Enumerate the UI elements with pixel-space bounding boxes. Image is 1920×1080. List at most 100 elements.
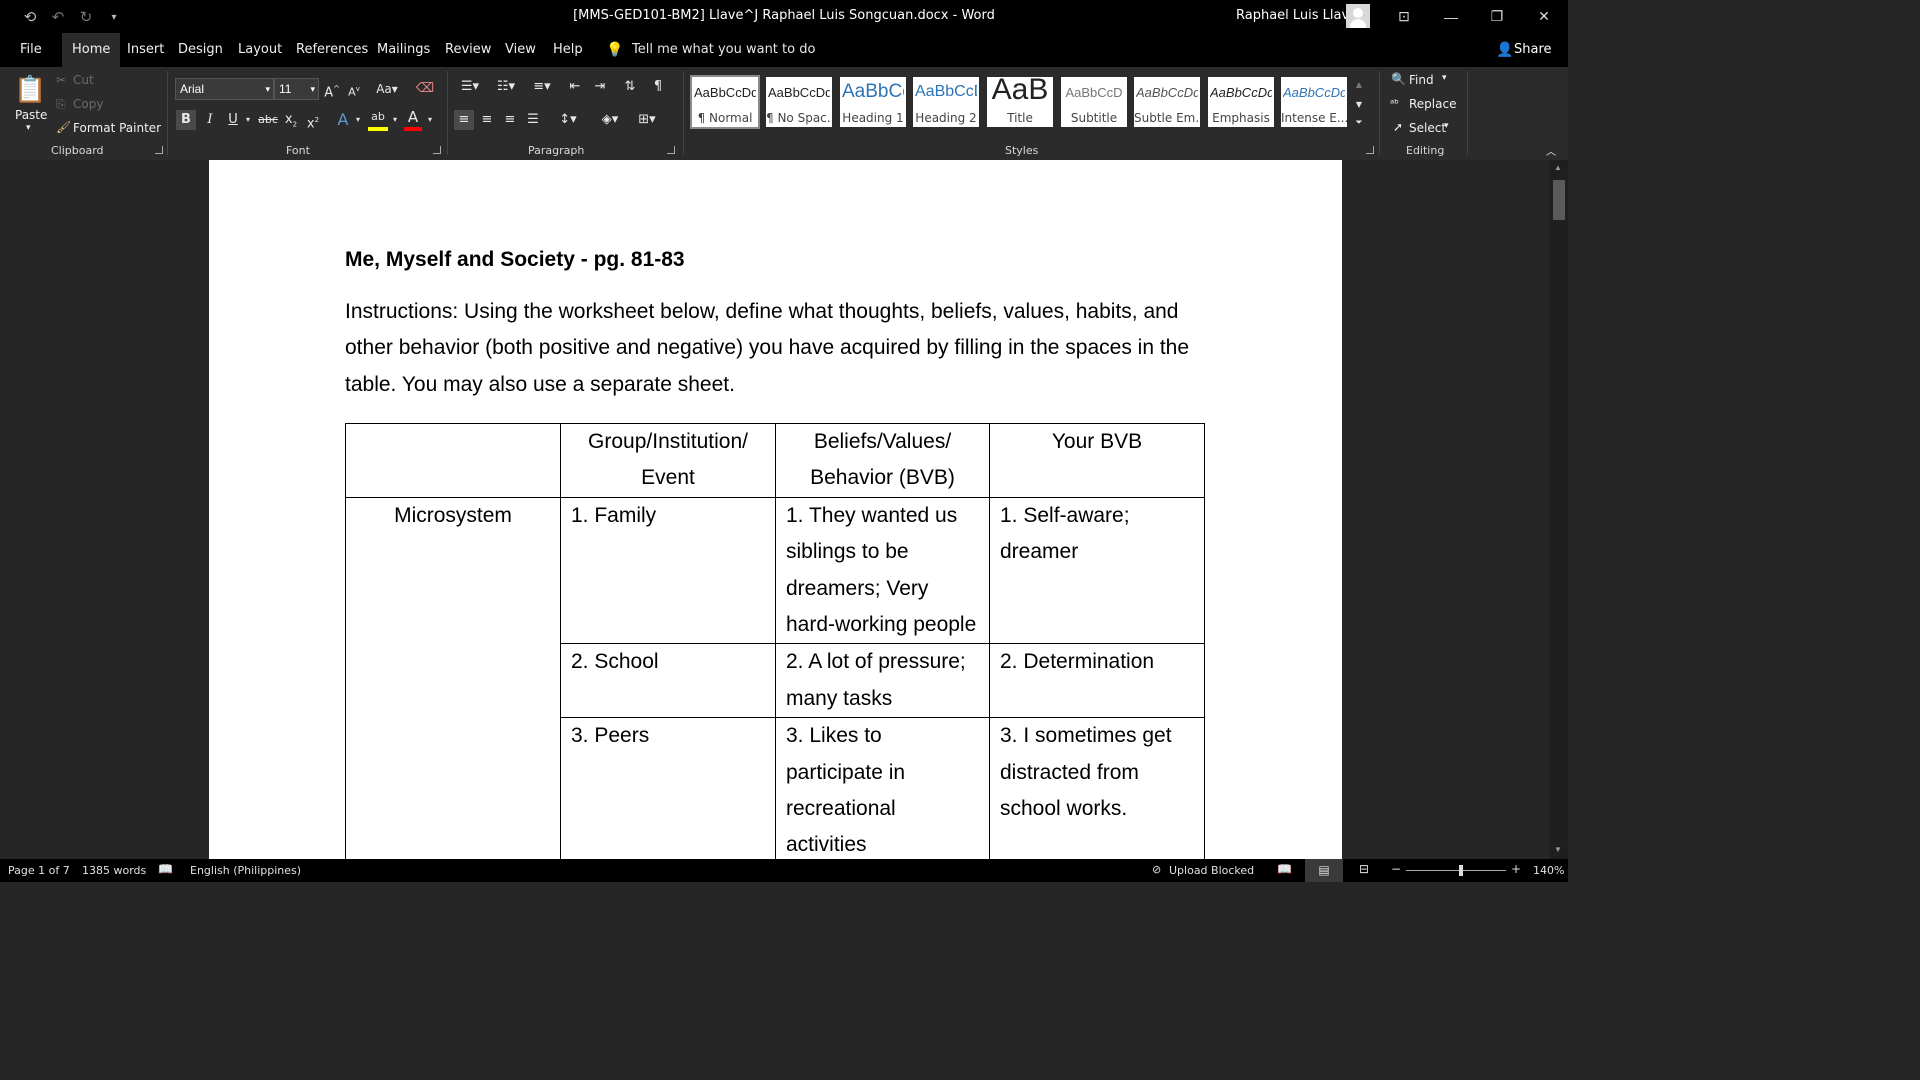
format-painter-button[interactable]: Format Painter	[73, 121, 161, 135]
style-heading-1[interactable]: AaBbCc Heading 1	[840, 77, 906, 127]
replace-button[interactable]: Replace	[1409, 97, 1456, 111]
borders-icon[interactable]: ⊞▾	[631, 110, 663, 130]
zoom-slider-handle[interactable]	[1459, 865, 1463, 876]
styles-scroll-up-icon[interactable]: ▲	[1352, 75, 1366, 95]
user-name[interactable]: Raphael Luis Llave	[1236, 8, 1357, 23]
font-launcher-icon[interactable]	[433, 146, 441, 154]
justify-icon[interactable]: ☰	[523, 110, 543, 130]
minimize-icon[interactable]: —	[1428, 0, 1474, 33]
style-normal[interactable]: AaBbCcDd ¶ Normal	[690, 75, 760, 129]
worksheet-table[interactable]: Group/Institution/ Event Beliefs/Values/…	[345, 423, 1205, 859]
align-center-icon[interactable]: ≡	[477, 110, 497, 130]
paste-button[interactable]: Paste	[15, 108, 47, 122]
table-header-cell[interactable]	[345, 423, 561, 498]
italic-icon[interactable]: I	[200, 110, 220, 130]
paragraph-launcher-icon[interactable]	[667, 146, 675, 154]
ribbon-display-options-icon[interactable]: ⊡	[1381, 0, 1427, 33]
styles-more-icon[interactable]: ⏷	[1352, 113, 1366, 133]
page-count[interactable]: Page 1 of 7	[8, 864, 70, 877]
decrease-indent-icon[interactable]: ⇤	[565, 77, 585, 97]
word-count[interactable]: 1385 words	[82, 864, 146, 877]
underline-dropdown-icon[interactable]: ▾	[243, 110, 253, 130]
align-right-icon[interactable]: ≡	[500, 110, 520, 130]
styles-launcher-icon[interactable]	[1366, 146, 1374, 154]
grow-font-icon[interactable]: A^	[323, 79, 341, 103]
tab-help[interactable]: Help	[543, 33, 593, 67]
style-heading-2[interactable]: AaBbCcD Heading 2	[913, 77, 979, 127]
zoom-in-icon[interactable]: +	[1511, 862, 1521, 876]
table-cell[interactable]: 3. Peers	[560, 717, 776, 859]
multilevel-list-icon[interactable]: ≡▾	[526, 77, 558, 97]
cut-button[interactable]: Cut	[73, 73, 94, 87]
change-case-icon[interactable]: Aa▾	[372, 79, 402, 99]
tab-mailings[interactable]: Mailings	[367, 33, 440, 67]
select-button[interactable]: Select	[1409, 121, 1446, 135]
table-cell[interactable]: 1. Self-aware; dreamer	[989, 496, 1205, 645]
table-cell[interactable]: 1. Family	[560, 496, 776, 645]
table-cell[interactable]: 2. School	[560, 643, 776, 719]
font-size-select[interactable]: 11 ▾	[274, 78, 319, 100]
language-indicator[interactable]: English (Philippines)	[190, 864, 301, 877]
underline-icon[interactable]: U	[223, 110, 243, 130]
font-color-icon[interactable]: A	[404, 107, 422, 131]
tab-review[interactable]: Review	[435, 33, 501, 67]
numbering-icon[interactable]: ☷▾	[490, 77, 522, 97]
scroll-down-icon[interactable]: ▼	[1554, 845, 1562, 854]
table-cell[interactable]: 1. They wanted us siblings to be dreamer…	[775, 496, 990, 645]
highlight-dropdown-icon[interactable]: ▾	[390, 110, 400, 130]
show-formatting-marks-icon[interactable]: ¶	[648, 77, 668, 97]
read-mode-icon[interactable]: 📖	[1277, 862, 1292, 876]
web-layout-icon[interactable]: ⊟	[1359, 862, 1369, 876]
instructions-paragraph[interactable]: Instructions: Using the worksheet below,…	[345, 294, 1205, 403]
text-effects-icon[interactable]: A	[334, 110, 352, 130]
scrollbar-thumb[interactable]	[1553, 180, 1565, 220]
proofing-icon[interactable]: 📖	[158, 862, 173, 876]
style-title[interactable]: AaB Title	[987, 77, 1053, 127]
clipboard-launcher-icon[interactable]	[155, 146, 163, 154]
tab-file[interactable]: File	[10, 33, 52, 67]
line-spacing-icon[interactable]: ↕▾	[553, 110, 583, 130]
table-header-cell[interactable]: Beliefs/Values/ Behavior (BVB)	[775, 423, 990, 498]
find-button[interactable]: Find	[1409, 73, 1434, 87]
avatar[interactable]	[1346, 4, 1370, 28]
paste-dropdown-icon[interactable]: ▾	[26, 123, 31, 133]
style-subtle-emphasis[interactable]: AaBbCcDd Subtle Em...	[1134, 77, 1200, 127]
paste-icon[interactable]: 📋	[14, 73, 46, 107]
text-effects-dropdown-icon[interactable]: ▾	[353, 110, 363, 130]
strikethrough-icon[interactable]: abc	[257, 110, 279, 130]
find-dropdown-icon[interactable]: ▾	[1442, 73, 1447, 83]
copy-button[interactable]: Copy	[73, 97, 103, 111]
tab-design[interactable]: Design	[168, 33, 233, 67]
shading-icon[interactable]: ◈▾	[594, 110, 626, 130]
close-icon[interactable]: ✕	[1521, 0, 1567, 33]
styles-scroll-down-icon[interactable]: ▼	[1352, 95, 1366, 115]
system-cell[interactable]: Microsystem	[345, 496, 561, 859]
vertical-scrollbar[interactable]: ▲ ▼	[1550, 160, 1568, 859]
bold-icon[interactable]: B	[176, 110, 196, 130]
tab-references[interactable]: References	[286, 33, 378, 67]
scroll-up-icon[interactable]: ▲	[1554, 163, 1562, 172]
zoom-level[interactable]: 140%	[1533, 864, 1564, 877]
zoom-slider[interactable]	[1406, 870, 1506, 871]
share-button[interactable]: Share	[1514, 33, 1552, 67]
table-cell[interactable]: 3. Likes to participate in recreational …	[775, 717, 990, 859]
tab-view[interactable]: View	[495, 33, 546, 67]
subscript-icon[interactable]: x2	[282, 110, 300, 135]
tell-me-box[interactable]: Tell me what you want to do	[632, 33, 815, 67]
style-subtitle[interactable]: AaBbCcD Subtitle	[1061, 77, 1127, 127]
superscript-icon[interactable]: x2	[304, 110, 322, 134]
style-emphasis[interactable]: AaBbCcDd Emphasis	[1208, 77, 1274, 127]
upload-status[interactable]: Upload Blocked	[1169, 864, 1254, 877]
font-family-select[interactable]: Arial ▾	[175, 78, 274, 100]
style-intense-emphasis[interactable]: AaBbCcDd Intense E...	[1281, 77, 1347, 127]
increase-indent-icon[interactable]: ⇥	[590, 77, 610, 97]
restore-icon[interactable]: ❐	[1474, 0, 1520, 33]
table-cell[interactable]: 2. Determination	[989, 643, 1205, 719]
print-layout-icon[interactable]: ▤	[1305, 859, 1343, 882]
table-cell[interactable]: 2. A lot of pressure; many tasks	[775, 643, 990, 719]
table-header-cell[interactable]: Group/Institution/ Event	[560, 423, 776, 498]
document-page[interactable]: Me, Myself and Society - pg. 81-83 Instr…	[209, 160, 1342, 859]
style-no-spacing[interactable]: AaBbCcDd ¶ No Spac...	[766, 77, 832, 127]
shrink-font-icon[interactable]: Av	[345, 79, 363, 103]
sort-icon[interactable]: ⇅	[620, 77, 640, 97]
